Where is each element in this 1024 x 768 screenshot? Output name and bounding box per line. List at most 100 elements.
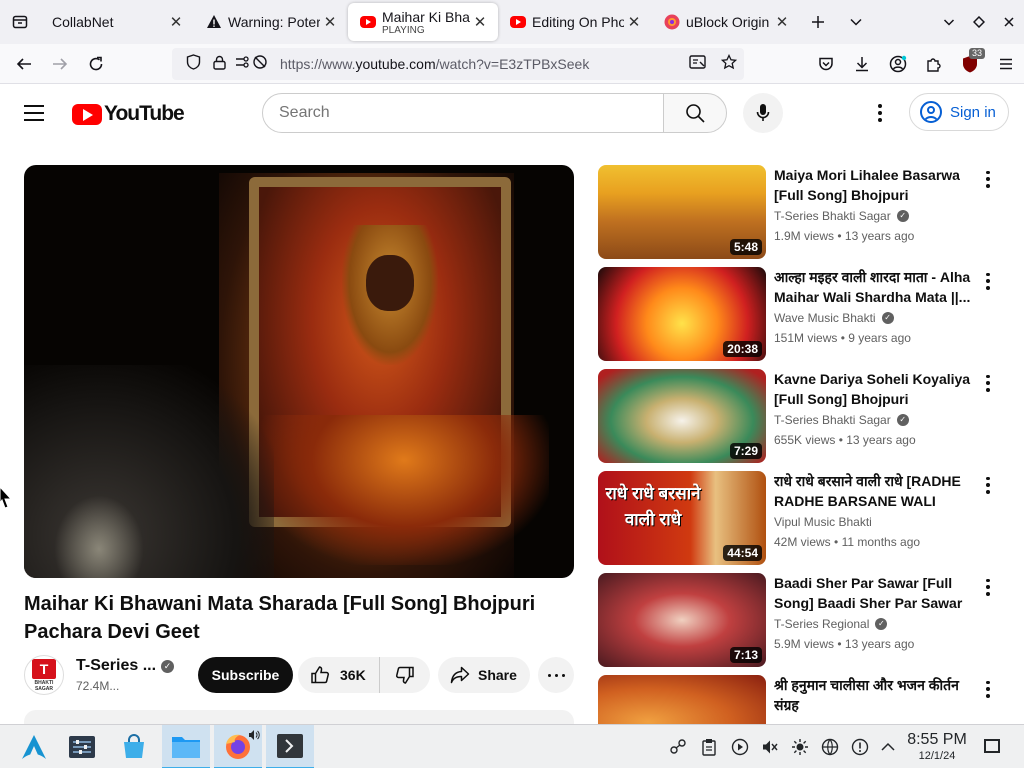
recommendation-title[interactable]: Baadi Sher Par Sawar [Full Song] Baadi S… (774, 573, 974, 613)
show-desktop-button[interactable] (984, 739, 1000, 753)
url-text[interactable]: https://www.youtube.com/watch?v=E3zTPBxS… (280, 56, 680, 72)
taskbar-settings-app[interactable] (58, 725, 106, 768)
bookmark-star-icon[interactable] (714, 53, 744, 74)
recommendation-thumbnail[interactable]: 7:13 (598, 573, 766, 667)
tray-network-share-icon[interactable] (668, 737, 688, 757)
recommendation-channel-name: T-Series Bhakti Sagar (774, 209, 891, 223)
close-tab-icon[interactable]: ✕ (772, 13, 792, 31)
recommendation-item[interactable]: 7:29 Kavne Dariya Soheli Koyaliya [Full … (598, 369, 1008, 463)
search-button[interactable] (663, 93, 727, 133)
browser-tab-editing[interactable]: Editing On Pho ✕ (498, 4, 652, 40)
browser-tab-collabnet[interactable]: CollabNet ✕ (40, 4, 194, 40)
system-taskbar: 8:55 PM 12/1/24 (0, 724, 1024, 768)
recommendation-menu-button[interactable] (984, 679, 992, 699)
recommendation-thumbnail[interactable]: 7:29 (598, 369, 766, 463)
url-prefix: https://www. (280, 56, 356, 72)
voice-search-button[interactable] (743, 93, 783, 133)
recommendation-channel[interactable]: T-Series Bhakti Sagar ✓ (774, 413, 909, 427)
maximize-window-button[interactable] (964, 6, 994, 38)
close-tab-icon[interactable]: ✕ (166, 13, 186, 31)
tab-list-button[interactable] (0, 0, 40, 44)
account-button[interactable] (880, 48, 916, 80)
sign-in-button[interactable]: Sign in (909, 93, 1009, 131)
recommendation-title[interactable]: श्री हनुमान चालीसा और भजन कीर्तन संग्रह (774, 675, 974, 715)
tray-brightness-icon[interactable] (790, 737, 810, 757)
taskbar-terminal-app[interactable] (266, 725, 314, 768)
lock-icon[interactable] (206, 55, 232, 74)
recommendation-item[interactable]: राधे राधे बरसाने वाली राधे 44:54 राधे रा… (598, 471, 1008, 565)
tracking-shield-icon[interactable] (180, 54, 206, 74)
settings-menu-button[interactable] (866, 101, 894, 125)
arch-logo-icon (22, 735, 46, 759)
app-launcher-button[interactable] (10, 725, 58, 768)
recommendation-menu-button[interactable] (984, 577, 992, 597)
share-arrow-icon (450, 666, 470, 684)
close-tab-icon[interactable]: ✕ (624, 13, 644, 31)
browser-tab-maihar[interactable]: Maihar Ki Bhaw PLAYING ✕ (348, 3, 498, 41)
close-tab-icon[interactable]: ✕ (470, 13, 490, 31)
recommendation-thumbnail[interactable]: 5:48 (598, 165, 766, 259)
forward-button[interactable] (42, 48, 78, 80)
list-all-tabs-button[interactable] (836, 6, 876, 38)
recommendation-channel[interactable]: T-Series Regional ✓ (774, 617, 888, 631)
tray-updates-icon[interactable] (850, 737, 870, 757)
recommendation-item[interactable]: 5:48 Maiya Mori Lihalee Basarwa [Full So… (598, 165, 1008, 259)
recommendation-channel[interactable]: T-Series Bhakti Sagar ✓ (774, 209, 909, 223)
recommendation-title[interactable]: राधे राधे बरसाने वाली राधे [RADHE RADHE … (774, 471, 974, 511)
system-clock[interactable]: 8:55 PM 12/1/24 (900, 731, 974, 763)
youtube-logo[interactable]: YouTube (72, 102, 185, 126)
more-actions-button[interactable] (538, 657, 574, 693)
recommendation-thumbnail[interactable]: 20:38 (598, 267, 766, 361)
extensions-button[interactable] (916, 48, 952, 80)
ublock-button[interactable]: 33 (952, 48, 988, 80)
reader-view-icon[interactable] (680, 54, 714, 74)
channel-avatar[interactable]: T BHAKTI SAGAR (24, 655, 64, 695)
back-button[interactable] (6, 48, 42, 80)
taskbar-file-manager-app[interactable] (162, 725, 210, 768)
dislike-button[interactable] (380, 665, 430, 685)
subscribe-button[interactable]: Subscribe (198, 657, 293, 693)
tray-network-icon[interactable] (820, 737, 840, 757)
share-button[interactable]: Share (438, 657, 530, 693)
recommendation-menu-button[interactable] (984, 475, 992, 495)
reload-button[interactable] (78, 48, 114, 80)
tray-clipboard-icon[interactable] (699, 737, 719, 757)
pocket-button[interactable] (808, 48, 844, 80)
recommendation-item[interactable]: 7:13 Baadi Sher Par Sawar [Full Song] Ba… (598, 573, 1008, 667)
url-bar[interactable]: https://www.youtube.com/watch?v=E3zTPBxS… (172, 48, 744, 80)
permissions-icon[interactable] (232, 54, 272, 74)
tray-volume-muted-icon[interactable] (760, 737, 780, 757)
recommendation-item[interactable]: श्री हनुमान चालीसा और भजन कीर्तन संग्रह (598, 675, 1008, 724)
downloads-button[interactable] (844, 48, 880, 80)
new-tab-button[interactable] (800, 6, 836, 38)
guide-menu-button[interactable] (24, 105, 44, 121)
recommendation-title[interactable]: Maiya Mori Lihalee Basarwa [Full Song] B… (774, 165, 974, 205)
recommendation-channel[interactable]: Wave Music Bhakti ✓ (774, 311, 894, 325)
app-menu-button[interactable] (988, 48, 1024, 80)
video-player[interactable] (24, 165, 574, 578)
recommendation-menu-button[interactable] (984, 373, 992, 393)
recommendation-menu-button[interactable] (984, 169, 992, 189)
tray-media-player-icon[interactable] (730, 737, 750, 757)
browser-tab-ublock[interactable]: uBlock Origin - ✕ (652, 4, 800, 40)
browser-tab-warning[interactable]: Warning: Poter ✕ (194, 4, 348, 40)
recommendation-title[interactable]: आल्हा मइहर वाली शारदा माता - Alha Maihar… (774, 267, 974, 307)
reload-icon (89, 56, 103, 70)
recommendation-thumbnail[interactable]: राधे राधे बरसाने वाली राधे 44:54 (598, 471, 766, 565)
recommendation-menu-button[interactable] (984, 271, 992, 291)
minimize-window-button[interactable] (934, 6, 964, 38)
recommendation-item[interactable]: 20:38 आल्हा मइहर वाली शारदा माता - Alha … (598, 267, 1008, 361)
recommendation-title[interactable]: Kavne Dariya Soheli Koyaliya [Full Song]… (774, 369, 974, 409)
view-count: 151M views (774, 331, 838, 345)
taskbar-discover-app[interactable] (110, 725, 158, 768)
tray-expand-chevron-icon[interactable] (878, 737, 898, 757)
close-tab-icon[interactable]: ✕ (320, 13, 340, 31)
recommendation-thumbnail[interactable] (598, 675, 766, 724)
close-window-button[interactable] (994, 6, 1024, 38)
like-button[interactable]: 36K (298, 657, 380, 693)
channel-name[interactable]: T-Series ... (76, 657, 156, 675)
taskbar-firefox-app[interactable] (214, 725, 262, 768)
recommendation-channel[interactable]: Vipul Music Bhakti (774, 515, 872, 529)
search-input[interactable] (279, 104, 663, 122)
search-box[interactable] (262, 93, 664, 133)
